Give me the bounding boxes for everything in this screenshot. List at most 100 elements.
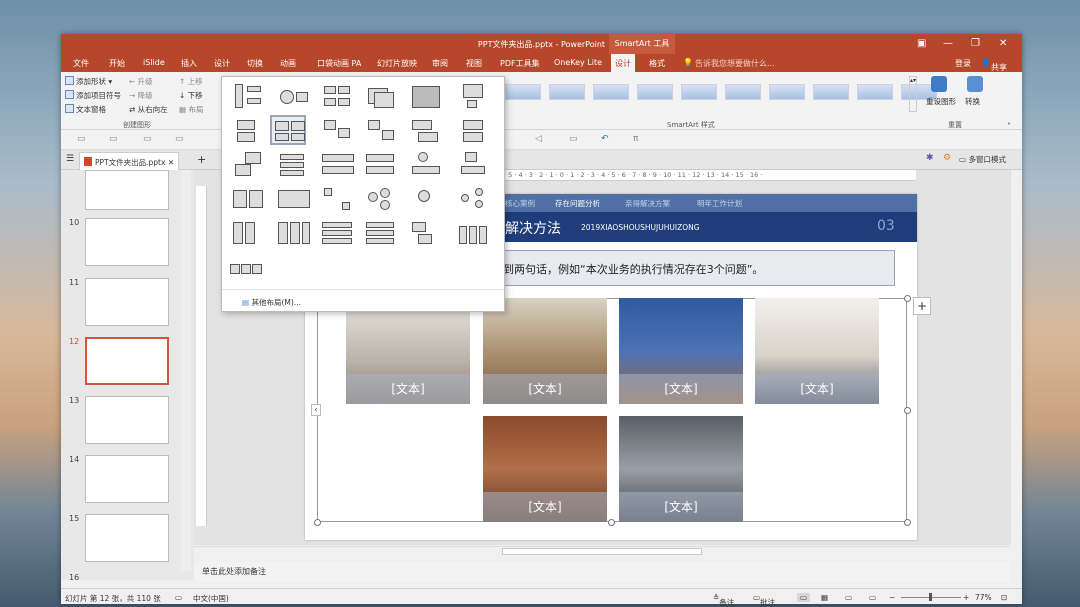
toolbar-icon[interactable]: ◁ (535, 134, 542, 144)
style-option[interactable] (549, 84, 585, 100)
notes-button[interactable]: ≙ 备注 (713, 593, 734, 607)
layout-option[interactable] (230, 217, 266, 247)
menu-animations[interactable]: 动画 (280, 58, 296, 69)
text-pane-toggle-icon[interactable]: ‹ (311, 404, 321, 416)
slide-thumbnail[interactable] (85, 218, 169, 266)
settings-icon[interactable]: ⚙ (943, 153, 951, 163)
layout-option[interactable] (230, 183, 266, 213)
promote-button[interactable]: ← 升级 (129, 76, 153, 87)
zoom-out-icon[interactable]: − (889, 593, 895, 602)
slide-thumbnail-selected[interactable] (85, 337, 169, 385)
style-option[interactable] (593, 84, 629, 100)
restore-icon[interactable]: ❐ (971, 38, 980, 49)
menu-transitions[interactable]: 切换 (247, 58, 263, 69)
notes-pane[interactable]: 单击此处添加备注 (194, 562, 1010, 582)
add-shape-button[interactable]: 添加形状 ▾ (65, 76, 112, 87)
normal-view-icon[interactable]: ▭ (797, 593, 811, 602)
layout-option[interactable] (456, 217, 492, 247)
ribbon-display-icon[interactable]: ▣ (917, 38, 926, 49)
slide-thumbnail[interactable] (85, 396, 169, 444)
multiwindow-toggle[interactable]: ▭ 多窗口模式 (959, 154, 1006, 165)
close-icon[interactable]: ✕ (999, 38, 1007, 49)
layout-option[interactable] (407, 183, 443, 213)
style-option[interactable] (725, 84, 761, 100)
layout-option[interactable] (363, 217, 399, 247)
layout-option[interactable] (407, 115, 443, 145)
layout-option[interactable] (319, 183, 355, 213)
resize-handle[interactable] (904, 519, 911, 526)
language-indicator[interactable]: 中文(中国) (193, 593, 229, 604)
layout-option[interactable] (363, 183, 399, 213)
menu-review[interactable]: 审阅 (432, 58, 448, 69)
layout-option[interactable] (407, 217, 443, 247)
add-bullet-button[interactable]: 添加项目符号 (65, 90, 121, 101)
layout-option[interactable] (456, 81, 492, 111)
layout-option[interactable] (230, 115, 266, 145)
layout-option[interactable] (363, 81, 399, 111)
toolbar-icon[interactable]: ▭ (77, 134, 86, 144)
comments-button[interactable]: ▭ 批注 (753, 593, 775, 607)
layout-option[interactable] (319, 81, 355, 111)
pi-icon[interactable]: π (633, 134, 638, 144)
text-pane-button[interactable]: 文本窗格 (65, 104, 106, 115)
demote-button[interactable]: → 降级 (129, 90, 153, 101)
menu-design[interactable]: 设计 (214, 58, 230, 69)
undo-icon[interactable]: ↶ (601, 134, 609, 144)
vertical-scrollbar[interactable] (1010, 170, 1020, 545)
photo-office-4[interactable]: [文本] (755, 298, 879, 404)
styles-scroll[interactable]: ▴▾ (909, 76, 917, 112)
zoom-in-icon[interactable]: + (963, 593, 969, 602)
layout-option[interactable] (363, 149, 399, 179)
layout-option[interactable] (407, 81, 443, 111)
menu-home[interactable]: 开始 (109, 58, 125, 69)
style-option[interactable] (813, 84, 849, 100)
layout-option[interactable] (363, 115, 399, 145)
horizontal-scrollbar[interactable] (194, 546, 1010, 556)
layout-option[interactable] (275, 217, 311, 247)
slide-thumbnail[interactable] (85, 514, 169, 562)
style-option[interactable] (769, 84, 805, 100)
menu-smartart-format[interactable]: 格式 (649, 58, 665, 69)
layout-option[interactable] (275, 183, 311, 213)
photo-office-1[interactable]: [文本] (346, 298, 470, 404)
layout-option[interactable] (456, 183, 492, 213)
thumbnail-scrollbar[interactable] (181, 170, 191, 570)
move-down-button[interactable]: ↓ 下移 (179, 90, 203, 101)
login-link[interactable]: 登录 (955, 58, 971, 69)
layout-option[interactable] (407, 149, 443, 179)
photo-office-3[interactable]: [文本] (619, 298, 743, 404)
layout-option-selected[interactable] (270, 115, 306, 145)
scroll-thumb[interactable] (502, 548, 702, 555)
fit-window-icon[interactable]: ⊡ (1001, 593, 1007, 602)
menu-insert[interactable]: 插入 (181, 58, 197, 69)
resize-handle[interactable] (314, 519, 321, 526)
slide-thumbnail[interactable] (85, 170, 169, 210)
menu-view[interactable]: 视图 (466, 58, 482, 69)
zoom-slider-thumb[interactable] (929, 593, 932, 601)
menu-smartart-design[interactable]: 设计 (611, 54, 635, 72)
tell-me-input[interactable]: 告诉我您想要做什么... (695, 58, 775, 69)
style-option[interactable] (505, 84, 541, 100)
toolbar-icon[interactable]: ▭ (109, 134, 118, 144)
reset-graphic-button[interactable]: 重设图形 (926, 96, 956, 107)
effects-icon[interactable]: ✱ (926, 153, 934, 163)
minimize-icon[interactable]: — (943, 38, 953, 49)
layout-option[interactable] (230, 149, 266, 179)
toolbar-icon[interactable]: ▭ (143, 134, 152, 144)
close-tab-icon[interactable]: ✕ (168, 158, 174, 167)
menu-file[interactable]: 文件 (73, 58, 89, 69)
tab-list-icon[interactable]: ☰ (66, 154, 74, 164)
spellcheck-icon[interactable]: ▭ (175, 593, 182, 602)
layout-option[interactable] (319, 149, 355, 179)
rtl-button[interactable]: ⇄ 从右向左 (129, 104, 168, 115)
photo-office-5[interactable]: [文本] (483, 416, 607, 522)
menu-onekey[interactable]: OneKey Lite (554, 58, 602, 67)
zoom-level[interactable]: 77% (975, 593, 992, 602)
resize-handle[interactable] (904, 407, 911, 414)
convert-button[interactable]: 转换 (965, 96, 980, 107)
resize-handle[interactable] (904, 295, 911, 302)
menu-pdf[interactable]: PDF工具集 (500, 58, 540, 69)
new-tab-icon[interactable]: + (197, 153, 206, 166)
toolbar-icon[interactable]: ▭ (175, 134, 184, 144)
layout-option[interactable] (456, 115, 492, 145)
